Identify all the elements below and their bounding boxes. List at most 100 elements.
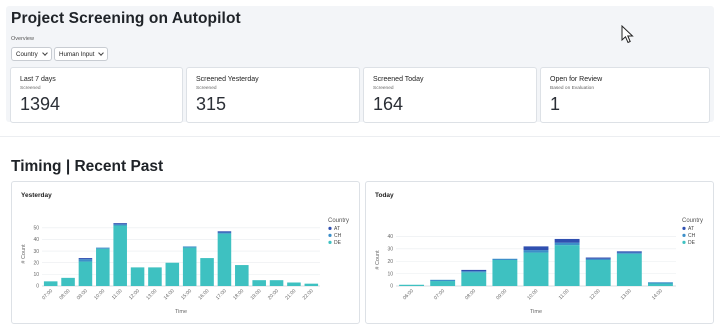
legend-label-at[interactable]: AT (334, 226, 340, 232)
bar-segment-de[interactable] (304, 283, 319, 286)
bar-segment-de[interactable] (554, 245, 580, 286)
bar-segment-ch[interactable] (430, 279, 456, 282)
bar-segment-de[interactable] (235, 265, 249, 286)
bar-segment-de[interactable] (287, 282, 301, 286)
x-axis-label: Time (175, 309, 187, 315)
human-input-filter[interactable]: Human Input (54, 47, 109, 61)
bar-segment-at[interactable] (554, 238, 580, 243)
bar-segment-ch[interactable] (78, 259, 93, 262)
bar-segment-ch[interactable] (523, 250, 549, 253)
x-tick-label: 22:00 (302, 288, 315, 301)
kpi-card-title: Screened Today (373, 76, 424, 83)
bar-segment-ch[interactable] (648, 282, 673, 284)
bar-segment-de[interactable] (399, 284, 424, 286)
x-tick-label: 21:00 (284, 288, 297, 301)
bar-segment-at[interactable] (585, 257, 611, 259)
overview-label: Overview (11, 36, 34, 42)
legend-title: Country (682, 218, 703, 224)
x-tick-label: 09:00 (495, 288, 508, 301)
y-tick-label: 40 (33, 237, 39, 243)
kpi-card-title: Open for Review (550, 76, 603, 83)
bar-segment-de[interactable] (269, 280, 284, 286)
x-tick-label: 19:00 (250, 288, 263, 301)
y-axis-label: # Count (375, 250, 381, 270)
legend-swatch-at (328, 226, 332, 230)
section-title: Timing | Recent Past (11, 158, 164, 175)
legend-swatch-ch (682, 233, 686, 237)
bar-segment-at[interactable] (616, 251, 642, 253)
bar-segment-de[interactable] (252, 280, 266, 286)
human-input-filter-label: Human Input (59, 50, 95, 58)
y-tick-label: 30 (387, 247, 393, 253)
x-tick-label: 17:00 (215, 288, 228, 301)
x-tick-label: 08:00 (58, 288, 71, 301)
y-tick-label: 20 (33, 260, 39, 266)
kpi-card-title: Screened Yesterday (196, 76, 259, 83)
country-filter[interactable]: Country (11, 47, 52, 61)
bar-segment-de[interactable] (200, 258, 214, 286)
legend-label-de[interactable]: DE (688, 240, 696, 246)
mouse-cursor-icon (621, 25, 634, 44)
bar-segment-de[interactable] (585, 260, 611, 286)
bar-segment-at[interactable] (461, 269, 487, 272)
bar-segment-ch[interactable] (182, 246, 197, 248)
bar-segment-ch[interactable] (554, 242, 580, 246)
bar-segment-ch[interactable] (492, 258, 518, 260)
bar-segment-de[interactable] (130, 267, 145, 286)
bar-segment-at[interactable] (217, 231, 232, 233)
y-tick-label: 30 (33, 249, 39, 255)
kpi-card-title: Last 7 days (20, 76, 56, 83)
legend-label-de[interactable]: DE (334, 240, 342, 246)
today-chart-card: Today 0 10 20 30 40 # Count 06:00 07:00 08:00 09:… (365, 181, 714, 324)
x-tick-label: 07:00 (433, 288, 446, 301)
bar-segment-de[interactable] (61, 277, 75, 286)
legend-swatch-de (328, 240, 332, 244)
legend-swatch-ch (328, 233, 332, 237)
y-tick-label: 20 (387, 259, 393, 265)
x-tick-label: 13:00 (145, 288, 158, 301)
bar-segment-de[interactable] (648, 283, 673, 286)
bar-segment-de[interactable] (43, 281, 58, 286)
x-tick-label: 12:00 (589, 288, 602, 301)
legend-label-at[interactable]: AT (688, 226, 694, 232)
bar-segment-ch[interactable] (461, 271, 487, 273)
bar-segment-at[interactable] (523, 246, 549, 251)
chevron-down-icon (98, 50, 105, 56)
bar-segment-ch[interactable] (96, 247, 110, 249)
bar-segment-de[interactable] (616, 253, 642, 286)
legend-label-ch[interactable]: CH (688, 233, 696, 239)
bar-segment-ch[interactable] (585, 258, 611, 260)
legend-title: Country (328, 218, 349, 224)
bar-segment-de[interactable] (217, 233, 232, 286)
x-tick-label: 10:00 (526, 288, 539, 301)
kpi-card-value: 1394 (20, 94, 61, 114)
bar-segment-ch[interactable] (217, 232, 232, 234)
x-tick-label: 09:00 (76, 288, 89, 301)
y-tick-label: 40 (387, 234, 393, 240)
bar-segment-de[interactable] (78, 261, 93, 286)
bar-segment-de[interactable] (430, 281, 456, 286)
kpi-card-subtitle: Screened (20, 86, 41, 91)
bar-segment-de[interactable] (182, 247, 197, 286)
x-tick-label: 14:00 (163, 288, 176, 301)
x-tick-label: 15:00 (180, 288, 193, 301)
country-filter-label: Country (16, 50, 38, 58)
kpi-card-open-for-review: Open for Review Based on Evaluation 1 (540, 67, 710, 123)
bar-segment-ch[interactable] (616, 252, 642, 254)
legend-label-ch[interactable]: CH (334, 233, 342, 239)
x-tick-label: 11:00 (111, 288, 124, 301)
bar-segment-de[interactable] (148, 267, 162, 286)
bar-segment-de[interactable] (492, 260, 518, 286)
bar-segment-de[interactable] (96, 248, 110, 286)
bar-segment-ch[interactable] (113, 224, 127, 226)
bar-segment-at[interactable] (113, 223, 127, 225)
x-tick-label: 16:00 (197, 288, 210, 301)
yesterday-chart-card: Yesterday 0 10 20 30 40 50 # Count 07:00 08:00 09… (11, 181, 360, 324)
bar-segment-de[interactable] (113, 225, 127, 286)
bar-segment-at[interactable] (78, 258, 93, 260)
bar-segment-de[interactable] (165, 262, 180, 286)
kpi-card-subtitle: Screened (196, 86, 217, 91)
kpi-card-subtitle: Based on Evaluation (550, 86, 595, 91)
bar-segment-de[interactable] (523, 252, 549, 286)
bar-segment-de[interactable] (461, 272, 487, 286)
